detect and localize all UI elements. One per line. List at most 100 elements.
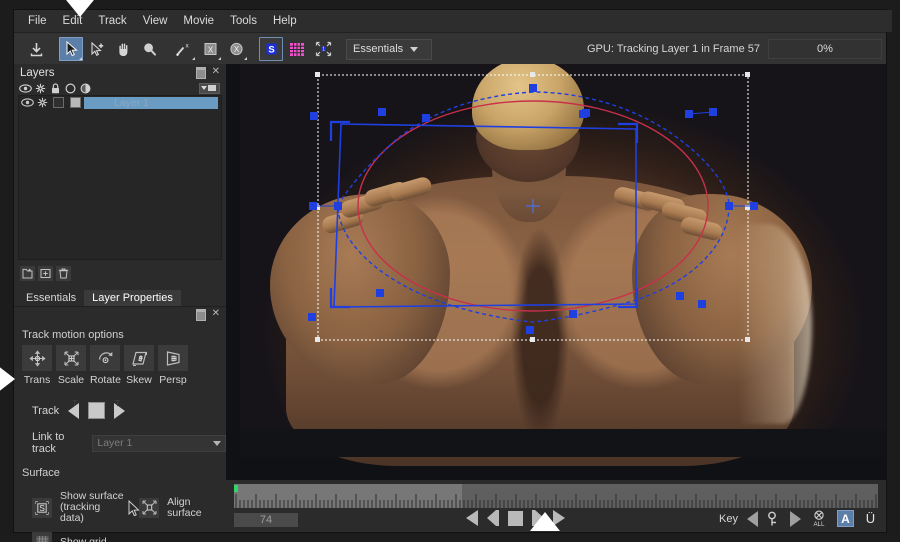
- step-back-button[interactable]: [487, 510, 499, 526]
- perspective-icon[interactable]: [158, 345, 188, 371]
- track-stop-button[interactable]: [88, 402, 106, 419]
- tool-corner-indicator: [192, 57, 195, 60]
- import-icon[interactable]: [24, 37, 48, 61]
- track-backward-letter: T: [72, 398, 77, 408]
- layer-color-swatch[interactable]: [70, 97, 81, 108]
- float-panel-icon[interactable]: [195, 66, 206, 79]
- show-surface-icon[interactable]: S: [259, 37, 283, 61]
- duplicate-layer-icon[interactable]: [38, 265, 53, 281]
- eye-icon[interactable]: [18, 83, 33, 93]
- layer-name-label[interactable]: Layer 1: [84, 96, 218, 109]
- translate-icon[interactable]: [22, 345, 52, 371]
- align-surface-icon[interactable]: 1: [311, 37, 335, 61]
- svg-text:X: X: [233, 45, 239, 54]
- canvas-area[interactable]: [226, 64, 886, 480]
- select-tool-icon[interactable]: [59, 37, 83, 61]
- timeline-ticks: [235, 494, 877, 508]
- show-grid-row: Show grid: [14, 532, 226, 542]
- track-backward-button[interactable]: T: [68, 399, 80, 419]
- pan-tool-icon[interactable]: [111, 37, 135, 61]
- scale-icon[interactable]: [56, 345, 86, 371]
- add-point-tool-icon[interactable]: [85, 37, 109, 61]
- link-to-track-value: Layer 1: [97, 437, 133, 449]
- link-to-track-row: Link to track Layer 1: [14, 419, 226, 455]
- workspace-select-label: Essentials: [353, 43, 404, 55]
- track-forward-button[interactable]: T: [114, 399, 126, 419]
- close-icon[interactable]: ✕: [212, 66, 220, 79]
- tool-corner-indicator: [218, 57, 221, 60]
- auto-key-button[interactable]: A: [837, 510, 854, 527]
- tab-essentials[interactable]: Essentials: [18, 290, 85, 306]
- gpu-status-group: GPU: Tracking Layer 1 in Frame 57 0%: [579, 39, 882, 59]
- show-surface-icon[interactable]: S: [32, 497, 52, 518]
- track-forward-letter: T: [115, 398, 120, 408]
- step-back-icon: [487, 510, 496, 526]
- link-to-track-label: Link to track: [32, 431, 65, 455]
- skew-icon[interactable]: [124, 345, 154, 371]
- all-keys-icon[interactable]: ALL: [810, 510, 828, 527]
- half-circle-icon[interactable]: [78, 83, 93, 94]
- menu-tools[interactable]: Tools: [222, 12, 265, 30]
- svg-text:S: S: [268, 45, 274, 56]
- float-properties-icon[interactable]: [195, 309, 206, 321]
- bezier-layer-icon[interactable]: X: [224, 37, 248, 61]
- go-to-start-button[interactable]: [466, 510, 478, 526]
- menu-file[interactable]: File: [20, 12, 55, 30]
- prev-triangle-icon: [466, 510, 478, 526]
- current-frame-field[interactable]: 74: [234, 513, 298, 527]
- new-layer-icon[interactable]: [20, 265, 35, 281]
- xspline-tool-icon[interactable]: x: [172, 37, 196, 61]
- gpu-status-text: GPU: Tracking Layer 1 in Frame 57: [586, 43, 760, 55]
- track-motion-scale[interactable]: Scale: [56, 345, 86, 386]
- xspline-layer-icon[interactable]: X: [198, 37, 222, 61]
- key-label: Key: [719, 512, 738, 525]
- link-to-track-select[interactable]: Layer 1: [92, 434, 226, 452]
- layers-panel-title: Layers: [20, 66, 55, 79]
- svg-text:X: X: [207, 45, 213, 54]
- track-motion-options: Trans Scale Rotate Skew Persp: [14, 345, 226, 386]
- timeline-ruler[interactable]: [234, 484, 878, 508]
- layer-row[interactable]: Layer 1: [19, 96, 221, 109]
- menu-movie[interactable]: Movie: [175, 12, 222, 30]
- u-button[interactable]: Ü: [863, 510, 878, 527]
- track-motion-skew-label: Skew: [126, 374, 152, 386]
- chevron-down-icon: [410, 46, 419, 52]
- application-window: File Edit Track View Movie Tools Help x …: [0, 0, 900, 542]
- track-motion-persp[interactable]: Persp: [158, 345, 188, 386]
- lock-icon[interactable]: [48, 82, 63, 94]
- show-grid-icon[interactable]: [285, 37, 309, 61]
- star-icon[interactable]: [33, 83, 48, 94]
- show-grid-icon[interactable]: [32, 532, 52, 542]
- playhead-marker[interactable]: [234, 485, 238, 492]
- track-motion-skew[interactable]: Skew: [124, 345, 154, 386]
- workspace-select[interactable]: Essentials: [346, 38, 432, 60]
- prev-key-arrow-icon[interactable]: [747, 510, 758, 527]
- tab-layer-properties[interactable]: Layer Properties: [84, 290, 181, 306]
- zoom-tool-icon[interactable]: [137, 37, 161, 61]
- menu-help[interactable]: Help: [265, 12, 305, 30]
- photo-head: [472, 64, 584, 150]
- keyframe-icon[interactable]: [767, 511, 781, 527]
- show-grid-label: Show grid: [60, 535, 107, 542]
- svg-text:S: S: [39, 503, 45, 513]
- layer-lock-checkbox[interactable]: [53, 97, 64, 108]
- align-surface-icon[interactable]: [139, 497, 160, 518]
- next-key-arrow-icon[interactable]: [790, 510, 801, 527]
- menu-view[interactable]: View: [135, 12, 176, 30]
- layers-list[interactable]: Layer 1: [18, 95, 222, 260]
- menu-bar: File Edit Track View Movie Tools Help: [14, 10, 892, 32]
- layer-visibility-icon[interactable]: [20, 98, 35, 107]
- track-motion-trans[interactable]: Trans: [22, 345, 52, 386]
- delete-layer-icon[interactable]: [56, 265, 71, 281]
- track-motion-rotate[interactable]: Rotate: [90, 345, 121, 386]
- viewport[interactable]: 74 Key ALL A Ü: [226, 64, 886, 532]
- track-motion-trans-label: Trans: [23, 374, 51, 386]
- layer-options-button[interactable]: [199, 82, 220, 94]
- layer-motion-icon[interactable]: [35, 97, 50, 108]
- close-properties-icon[interactable]: ✕: [212, 309, 220, 321]
- show-surface-label: Show surface (tracking data): [60, 491, 125, 524]
- keyframe-controls: Key ALL A Ü: [719, 510, 878, 527]
- rotate-icon[interactable]: [90, 345, 120, 371]
- stop-button[interactable]: [508, 510, 523, 526]
- circle-icon[interactable]: [63, 82, 78, 94]
